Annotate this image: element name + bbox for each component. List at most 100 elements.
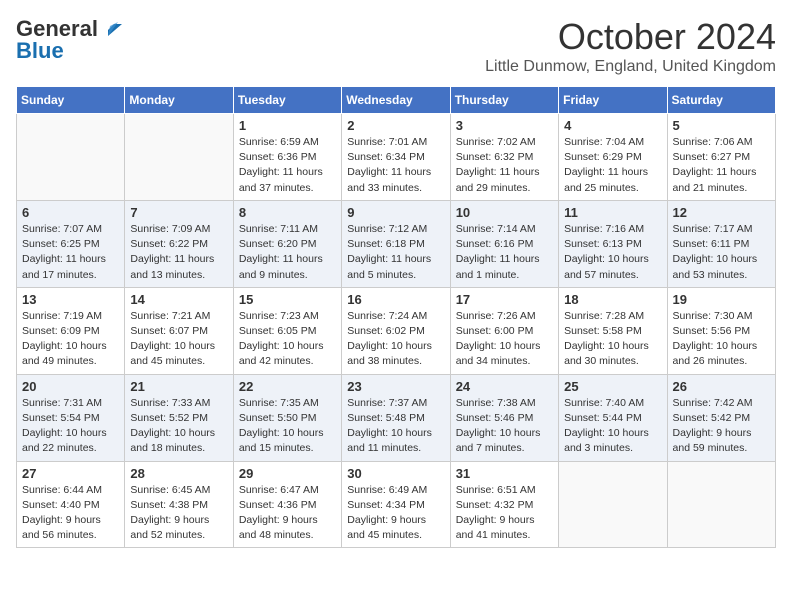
calendar-cell: 27Sunrise: 6:44 AM Sunset: 4:40 PM Dayli… xyxy=(17,461,125,548)
day-number: 3 xyxy=(456,118,553,133)
calendar-week-row: 27Sunrise: 6:44 AM Sunset: 4:40 PM Dayli… xyxy=(17,461,776,548)
calendar-cell: 30Sunrise: 6:49 AM Sunset: 4:34 PM Dayli… xyxy=(342,461,450,548)
day-number: 7 xyxy=(130,205,227,220)
calendar-cell: 7 Sunrise: 7:09 AM Sunset: 6:22 PM Daylig… xyxy=(125,200,233,287)
day-info: Sunrise: 7:06 AM Sunset: 6:27 PM Dayligh… xyxy=(673,135,770,196)
day-number: 30 xyxy=(347,466,444,481)
day-number: 18 xyxy=(564,292,661,307)
calendar-cell: 13 Sunrise: 7:19 AM Sunset: 6:09 PM Dayli… xyxy=(17,287,125,374)
day-info: Sunrise: 7:09 AM Sunset: 6:22 PM Dayligh… xyxy=(130,222,227,283)
calendar-week-row: 1 Sunrise: 6:59 AM Sunset: 6:36 PM Daylig… xyxy=(17,114,776,201)
calendar-cell: 20 Sunrise: 7:31 AM Sunset: 5:54 PM Dayli… xyxy=(17,374,125,461)
calendar-cell: 16 Sunrise: 7:24 AM Sunset: 6:02 PM Dayli… xyxy=(342,287,450,374)
day-info: Sunrise: 7:33 AM Sunset: 5:52 PM Dayligh… xyxy=(130,396,227,457)
day-info: Sunrise: 6:47 AM Sunset: 4:36 PM Dayligh… xyxy=(239,483,336,544)
day-number: 21 xyxy=(130,379,227,394)
day-info: Sunrise: 7:02 AM Sunset: 6:32 PM Dayligh… xyxy=(456,135,553,196)
calendar-cell: 21 Sunrise: 7:33 AM Sunset: 5:52 PM Dayli… xyxy=(125,374,233,461)
calendar-cell: 10 Sunrise: 7:14 AM Sunset: 6:16 PM Dayli… xyxy=(450,200,558,287)
day-number: 16 xyxy=(347,292,444,307)
calendar-cell: 17Sunrise: 7:26 AM Sunset: 6:00 PM Dayli… xyxy=(450,287,558,374)
calendar-cell: 23Sunrise: 7:37 AM Sunset: 5:48 PM Dayli… xyxy=(342,374,450,461)
day-info: Sunrise: 7:40 AM Sunset: 5:44 PM Dayligh… xyxy=(564,396,661,457)
day-number: 11 xyxy=(564,205,661,220)
calendar-cell: 6 Sunrise: 7:07 AM Sunset: 6:25 PM Daylig… xyxy=(17,200,125,287)
day-info: Sunrise: 7:26 AM Sunset: 6:00 PM Dayligh… xyxy=(456,309,553,370)
calendar-cell: 8 Sunrise: 7:11 AM Sunset: 6:20 PM Daylig… xyxy=(233,200,341,287)
month-title: October 2024 xyxy=(485,16,776,58)
day-info: Sunrise: 6:59 AM Sunset: 6:36 PM Dayligh… xyxy=(239,135,336,196)
calendar-cell: 12 Sunrise: 7:17 AM Sunset: 6:11 PM Dayli… xyxy=(667,200,775,287)
calendar-cell: 24 Sunrise: 7:38 AM Sunset: 5:46 PM Dayli… xyxy=(450,374,558,461)
day-info: Sunrise: 7:17 AM Sunset: 6:11 PM Dayligh… xyxy=(673,222,770,283)
logo: General Blue xyxy=(16,16,122,64)
day-info: Sunrise: 7:38 AM Sunset: 5:46 PM Dayligh… xyxy=(456,396,553,457)
day-info: Sunrise: 7:35 AM Sunset: 5:50 PM Dayligh… xyxy=(239,396,336,457)
day-info: Sunrise: 7:28 AM Sunset: 5:58 PM Dayligh… xyxy=(564,309,661,370)
calendar-cell: 31Sunrise: 6:51 AM Sunset: 4:32 PM Dayli… xyxy=(450,461,558,548)
calendar-cell: 26Sunrise: 7:42 AM Sunset: 5:42 PM Dayli… xyxy=(667,374,775,461)
weekday-header: Tuesday xyxy=(233,87,341,114)
day-number: 6 xyxy=(22,205,119,220)
weekday-header: Monday xyxy=(125,87,233,114)
day-number: 24 xyxy=(456,379,553,394)
day-number: 9 xyxy=(347,205,444,220)
day-info: Sunrise: 7:16 AM Sunset: 6:13 PM Dayligh… xyxy=(564,222,661,283)
calendar-cell: 1 Sunrise: 6:59 AM Sunset: 6:36 PM Daylig… xyxy=(233,114,341,201)
calendar-week-row: 13 Sunrise: 7:19 AM Sunset: 6:09 PM Dayli… xyxy=(17,287,776,374)
day-number: 28 xyxy=(130,466,227,481)
day-number: 29 xyxy=(239,466,336,481)
location: Little Dunmow, England, United Kingdom xyxy=(485,58,776,76)
calendar-cell xyxy=(559,461,667,548)
day-info: Sunrise: 7:24 AM Sunset: 6:02 PM Dayligh… xyxy=(347,309,444,370)
calendar-cell xyxy=(125,114,233,201)
calendar-week-row: 6 Sunrise: 7:07 AM Sunset: 6:25 PM Daylig… xyxy=(17,200,776,287)
day-number: 25 xyxy=(564,379,661,394)
calendar-week-row: 20 Sunrise: 7:31 AM Sunset: 5:54 PM Dayli… xyxy=(17,374,776,461)
calendar-cell: 5Sunrise: 7:06 AM Sunset: 6:27 PM Daylig… xyxy=(667,114,775,201)
day-number: 13 xyxy=(22,292,119,307)
day-number: 10 xyxy=(456,205,553,220)
calendar-cell: 9 Sunrise: 7:12 AM Sunset: 6:18 PM Daylig… xyxy=(342,200,450,287)
day-number: 20 xyxy=(22,379,119,394)
calendar-cell: 29 Sunrise: 6:47 AM Sunset: 4:36 PM Dayli… xyxy=(233,461,341,548)
title-area: October 2024 Little Dunmow, England, Uni… xyxy=(485,16,776,76)
calendar-cell xyxy=(17,114,125,201)
day-info: Sunrise: 7:31 AM Sunset: 5:54 PM Dayligh… xyxy=(22,396,119,457)
day-number: 12 xyxy=(673,205,770,220)
day-number: 19 xyxy=(673,292,770,307)
calendar-cell xyxy=(667,461,775,548)
calendar-cell: 2 Sunrise: 7:01 AM Sunset: 6:34 PM Daylig… xyxy=(342,114,450,201)
day-info: Sunrise: 7:30 AM Sunset: 5:56 PM Dayligh… xyxy=(673,309,770,370)
day-info: Sunrise: 7:12 AM Sunset: 6:18 PM Dayligh… xyxy=(347,222,444,283)
day-number: 22 xyxy=(239,379,336,394)
day-info: Sunrise: 7:11 AM Sunset: 6:20 PM Dayligh… xyxy=(239,222,336,283)
day-info: Sunrise: 7:42 AM Sunset: 5:42 PM Dayligh… xyxy=(673,396,770,457)
day-number: 2 xyxy=(347,118,444,133)
day-info: Sunrise: 7:01 AM Sunset: 6:34 PM Dayligh… xyxy=(347,135,444,196)
calendar: SundayMondayTuesdayWednesdayThursdayFrid… xyxy=(16,86,776,548)
day-number: 31 xyxy=(456,466,553,481)
logo-blue: Blue xyxy=(16,38,64,64)
calendar-cell: 28Sunrise: 6:45 AM Sunset: 4:38 PM Dayli… xyxy=(125,461,233,548)
day-info: Sunrise: 7:07 AM Sunset: 6:25 PM Dayligh… xyxy=(22,222,119,283)
calendar-cell: 4Sunrise: 7:04 AM Sunset: 6:29 PM Daylig… xyxy=(559,114,667,201)
calendar-cell: 3 Sunrise: 7:02 AM Sunset: 6:32 PM Daylig… xyxy=(450,114,558,201)
logo-bird-icon xyxy=(100,18,122,40)
weekday-header: Saturday xyxy=(667,87,775,114)
weekday-header: Thursday xyxy=(450,87,558,114)
day-number: 27 xyxy=(22,466,119,481)
calendar-cell: 25 Sunrise: 7:40 AM Sunset: 5:44 PM Dayli… xyxy=(559,374,667,461)
weekday-header: Sunday xyxy=(17,87,125,114)
page-header: General Blue October 2024 Little Dunmow,… xyxy=(16,16,776,76)
day-number: 1 xyxy=(239,118,336,133)
day-info: Sunrise: 7:23 AM Sunset: 6:05 PM Dayligh… xyxy=(239,309,336,370)
day-info: Sunrise: 7:19 AM Sunset: 6:09 PM Dayligh… xyxy=(22,309,119,370)
weekday-header: Wednesday xyxy=(342,87,450,114)
day-info: Sunrise: 7:14 AM Sunset: 6:16 PM Dayligh… xyxy=(456,222,553,283)
calendar-cell: 18 Sunrise: 7:28 AM Sunset: 5:58 PM Dayli… xyxy=(559,287,667,374)
calendar-cell: 14Sunrise: 7:21 AM Sunset: 6:07 PM Dayli… xyxy=(125,287,233,374)
weekday-header-row: SundayMondayTuesdayWednesdayThursdayFrid… xyxy=(17,87,776,114)
day-number: 8 xyxy=(239,205,336,220)
calendar-cell: 19 Sunrise: 7:30 AM Sunset: 5:56 PM Dayli… xyxy=(667,287,775,374)
